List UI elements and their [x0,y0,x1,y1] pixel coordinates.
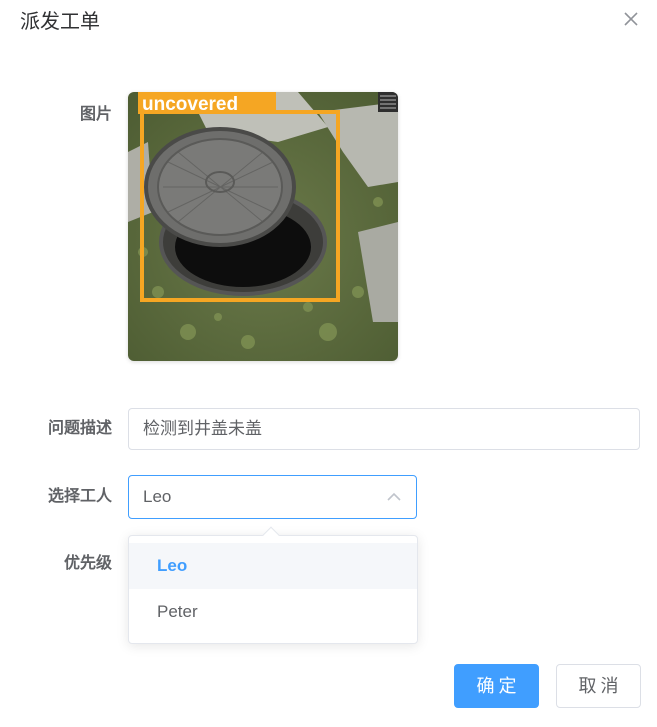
description-label: 问题描述 [47,420,112,437]
cancel-button[interactable]: 取消 [556,664,641,708]
chevron-up-icon [387,492,401,501]
dropdown-caret [262,526,280,544]
image-label: 图片 [79,106,112,123]
priority-label: 优先级 [63,555,112,572]
worker-select[interactable]: Leo [128,475,417,519]
detection-image[interactable]: uncovered [128,92,398,361]
dialog-title: 派发工单 [20,11,100,33]
detection-label: uncovered [142,94,238,115]
dropdown-option-peter[interactable]: Peter [129,589,417,635]
description-input[interactable]: 检测到井盖未盖 [128,408,640,450]
worker-label: 选择工人 [47,488,112,505]
dropdown-option-leo[interactable]: Leo [129,543,417,589]
close-icon[interactable] [621,9,641,29]
worker-dropdown: Leo Peter [128,526,418,644]
worker-select-value: Leo [143,487,172,506]
confirm-button[interactable]: 确定 [454,664,539,708]
